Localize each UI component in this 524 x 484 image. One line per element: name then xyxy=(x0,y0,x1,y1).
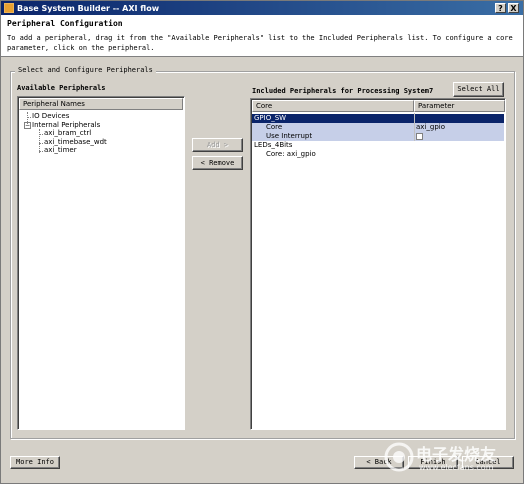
watermark-url: www.elecfans.com xyxy=(419,463,494,472)
watermark-text: 电子发烧友 xyxy=(416,445,497,464)
available-peripherals-tree[interactable]: Peripheral Names IO Devices Internal Peri… xyxy=(17,96,185,430)
core-cell: GPIO_SW xyxy=(254,114,287,122)
page-description-line1: To add a peripheral, drag it from the "A… xyxy=(7,34,513,42)
page-description-line2: parameter, click on the peripheral. xyxy=(7,44,155,52)
table-row[interactable]: LEDs_4Bits xyxy=(252,141,504,150)
table-row[interactable]: Core: axi_gpio xyxy=(252,150,504,159)
included-peripherals-table[interactable]: Core Parameter GPIO_SW Core axi_gpio Use In… xyxy=(250,98,506,430)
select-all-button[interactable]: Select All xyxy=(453,82,504,97)
tree-connector xyxy=(27,112,28,124)
table-row[interactable]: Core axi_gpio xyxy=(252,123,504,132)
close-button[interactable]: X xyxy=(508,3,519,13)
core-cell: Core xyxy=(266,123,283,131)
core-cell: LEDs_4Bits xyxy=(254,141,293,149)
peripheral-names-header[interactable]: Peripheral Names xyxy=(19,98,183,110)
window-title: Base System Builder -- AXI flow xyxy=(17,3,160,13)
groupbox-label: Select and Configure Peripherals xyxy=(15,66,156,74)
core-cell: Core: axi_gpio xyxy=(266,150,316,158)
parameter-cell[interactable]: axi_gpio xyxy=(416,123,445,132)
tree-connector xyxy=(39,129,40,153)
title-bar: Base System Builder -- AXI flow ? X xyxy=(1,1,523,15)
available-peripherals-label: Available Peripherals xyxy=(17,84,106,92)
included-peripherals-label: Included Peripherals for Processing Syst… xyxy=(252,87,434,95)
dialog-window: Base System Builder -- AXI flow ? X Peri… xyxy=(0,0,524,484)
table-row[interactable]: GPIO_SW xyxy=(252,114,504,123)
back-button[interactable]: < Back xyxy=(354,456,404,469)
core-column-header[interactable]: Core xyxy=(252,100,414,112)
tree-item[interactable]: axi_timer xyxy=(44,146,77,155)
remove-button[interactable]: < Remove xyxy=(192,156,243,170)
table-row[interactable]: Use Interrupt xyxy=(252,132,504,141)
use-interrupt-checkbox[interactable] xyxy=(416,133,423,140)
add-button[interactable]: Add > xyxy=(192,138,243,152)
core-cell: Use Interrupt xyxy=(266,132,313,140)
page-header: Peripheral Configuration To add a periph… xyxy=(1,15,523,57)
column-separator xyxy=(414,113,415,141)
parameter-column-header[interactable]: Parameter xyxy=(414,100,505,112)
page-title: Peripheral Configuration xyxy=(7,19,123,28)
help-button[interactable]: ? xyxy=(495,3,506,13)
app-icon xyxy=(4,3,14,13)
more-info-button[interactable]: More Info xyxy=(10,456,60,469)
